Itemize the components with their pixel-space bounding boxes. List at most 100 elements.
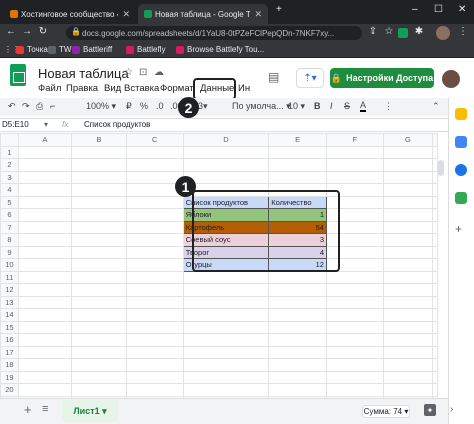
row-header[interactable]: 20 [0,383,19,397]
cell[interactable] [382,233,434,247]
window-close-button[interactable]: ✕ [458,4,466,15]
cell[interactable] [125,383,184,397]
all-sheets-button[interactable]: ≡ [42,403,48,415]
name-box[interactable]: D5:E10 [2,120,29,129]
document-title[interactable]: Новая таблица [38,66,129,81]
cell[interactable] [182,370,270,384]
cell[interactable] [182,270,270,284]
cell[interactable] [325,308,384,322]
cell[interactable] [17,220,72,234]
cell[interactable] [70,220,127,234]
cell[interactable] [17,358,72,372]
profile-avatar[interactable] [436,26,450,40]
new-tab-button[interactable]: + [276,4,282,15]
italic-button[interactable]: I [330,101,333,111]
cell[interactable] [125,283,184,297]
cell[interactable] [125,208,184,222]
row-header[interactable]: 11 [0,270,19,284]
cell[interactable] [17,308,72,322]
cell[interactable] [17,320,72,334]
row-header[interactable]: 10 [0,258,19,272]
cell[interactable] [17,383,72,397]
cell[interactable] [325,345,384,359]
cell[interactable] [382,258,434,272]
cell[interactable] [432,383,438,397]
cell[interactable] [17,195,72,209]
cell[interactable] [432,145,438,159]
row-header[interactable]: 19 [0,370,19,384]
cell[interactable] [17,245,72,259]
row-header[interactable]: 8 [0,233,19,247]
cell[interactable] [125,308,184,322]
cell[interactable] [182,345,270,359]
cell[interactable] [182,295,270,309]
cell[interactable] [125,220,184,234]
tasks-icon[interactable] [455,136,467,148]
cell[interactable] [382,383,434,397]
cell[interactable] [17,158,72,172]
formula-input[interactable]: Список продуктов [84,120,150,129]
cell[interactable] [382,183,434,197]
row-header[interactable]: 5 [0,195,19,209]
bookmark-star-icon[interactable]: ☆ [382,26,396,37]
vertical-scrollbar[interactable] [438,160,444,176]
cell[interactable] [382,195,434,209]
cell[interactable] [182,170,270,184]
cell[interactable] [70,308,127,322]
cell[interactable] [17,270,72,284]
cell[interactable] [325,158,384,172]
row-header[interactable]: 16 [0,333,19,347]
cell[interactable] [432,345,438,359]
cell[interactable] [268,370,327,384]
cell[interactable] [325,358,384,372]
cell[interactable] [382,283,434,297]
share-button[interactable]: 🔒 Настройки Доступа [330,68,434,88]
column-header[interactable]: A [17,133,72,147]
window-minimize-button[interactable]: – [412,4,418,15]
cell[interactable] [432,245,438,259]
currency-format-button[interactable]: ₽ [126,101,132,112]
menu-edit[interactable]: Правка [66,83,98,94]
cell[interactable] [432,358,438,372]
cell[interactable] [125,270,184,284]
cell[interactable] [17,233,72,247]
cell[interactable] [268,320,327,334]
browser-tab-active[interactable]: Новая таблица - Google Табли ✕ [138,4,268,24]
cell[interactable] [382,345,434,359]
row-header[interactable]: 13 [0,295,19,309]
cell[interactable] [432,308,438,322]
row-header[interactable]: 3 [0,170,19,184]
cell[interactable] [432,258,438,272]
cell[interactable] [125,333,184,347]
sum-status[interactable]: Сумма: 74 ▾ [362,405,410,418]
address-bar[interactable]: 🔒 docs.google.com/spreadsheets/d/1YaU8-0… [66,26,362,40]
column-header[interactable]: C [125,133,184,147]
maps-icon[interactable] [455,192,467,204]
percent-format-button[interactable]: % [140,101,148,111]
cell[interactable] [125,345,184,359]
cell[interactable] [182,320,270,334]
cell[interactable] [325,383,384,397]
cell[interactable] [432,270,438,284]
cell[interactable] [432,333,438,347]
cell[interactable] [17,345,72,359]
close-tab-icon[interactable]: ✕ [122,9,130,20]
cell[interactable] [70,170,127,184]
close-tab-icon[interactable]: ✕ [254,9,262,20]
cell[interactable] [70,345,127,359]
comments-icon[interactable]: ▤ [268,70,279,84]
account-avatar[interactable] [442,70,460,88]
cell[interactable] [382,145,434,159]
cell[interactable] [268,345,327,359]
cell[interactable] [125,245,184,259]
browser-tab-inactive[interactable]: Хостинговое сообщество «Tim ✕ [4,4,136,24]
cell[interactable] [325,295,384,309]
cell[interactable] [325,333,384,347]
show-side-panel-icon[interactable]: › [450,404,453,415]
bookmark-item[interactable]: Browse Battlefy Tou... [176,45,264,54]
sheets-logo-icon[interactable] [10,64,26,86]
cell[interactable] [125,145,184,159]
cell[interactable] [125,320,184,334]
column-header[interactable]: G [382,133,434,147]
cell[interactable] [268,158,327,172]
